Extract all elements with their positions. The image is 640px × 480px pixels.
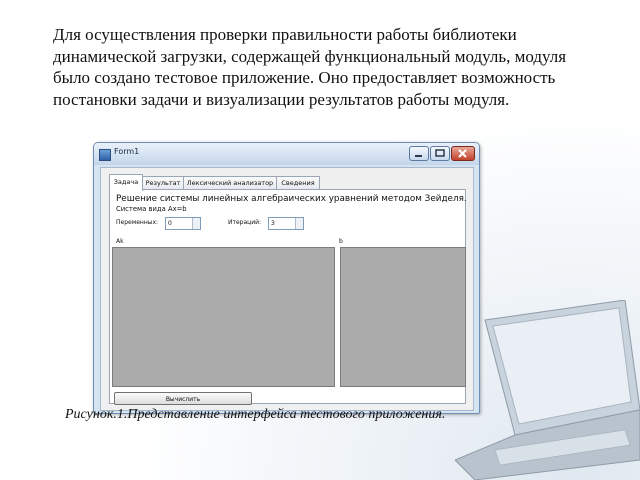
matrix-label: Ak <box>116 238 124 245</box>
iterations-label: Итераций: <box>228 219 262 226</box>
variables-value: 0 <box>168 220 172 227</box>
variables-stepper[interactable]: 0 <box>165 217 201 230</box>
tab-info[interactable]: Сведения <box>276 176 320 190</box>
figure-caption: Рисунок.1.Представление интерфейса тесто… <box>65 407 446 422</box>
maximize-button[interactable] <box>430 146 450 161</box>
task-subheading: Система вида Ax=b <box>116 205 187 213</box>
vector-label: b <box>339 238 343 245</box>
window-titlebar[interactable]: Form1 <box>94 143 479 165</box>
task-heading: Решение системы линейных алгебраических … <box>116 194 467 204</box>
app-icon <box>99 149 111 161</box>
vector-grid[interactable] <box>340 247 466 387</box>
close-icon <box>458 149 467 158</box>
iterations-stepper[interactable]: 3 <box>268 217 304 230</box>
minimize-button[interactable] <box>409 146 429 161</box>
laptop-illustration <box>455 300 640 480</box>
intro-paragraph: Для осуществления проверки правильности … <box>53 25 567 109</box>
matrix-grid[interactable] <box>112 247 335 387</box>
tab-task[interactable]: Задача <box>109 174 143 191</box>
maximize-icon <box>435 149 445 157</box>
window-client-area: Задача Результат Лексический анализатор … <box>100 167 474 411</box>
tab-lexical-analyzer[interactable]: Лексический анализатор <box>183 176 277 190</box>
iterations-value: 3 <box>271 220 275 227</box>
variables-label: Переменных: <box>116 219 159 226</box>
tab-result[interactable]: Результат <box>142 176 184 190</box>
window-title: Form1 <box>114 147 140 156</box>
spin-arrows-icon[interactable] <box>192 218 200 229</box>
spin-arrows-icon[interactable] <box>295 218 303 229</box>
close-button[interactable] <box>451 146 475 161</box>
task-tab-panel: Решение системы линейных алгебраических … <box>109 189 467 405</box>
calculate-button[interactable]: Вычислить <box>114 392 252 405</box>
app-window: Form1 Задача Результат Лексический анали… <box>93 142 480 414</box>
minimize-icon <box>415 155 422 157</box>
